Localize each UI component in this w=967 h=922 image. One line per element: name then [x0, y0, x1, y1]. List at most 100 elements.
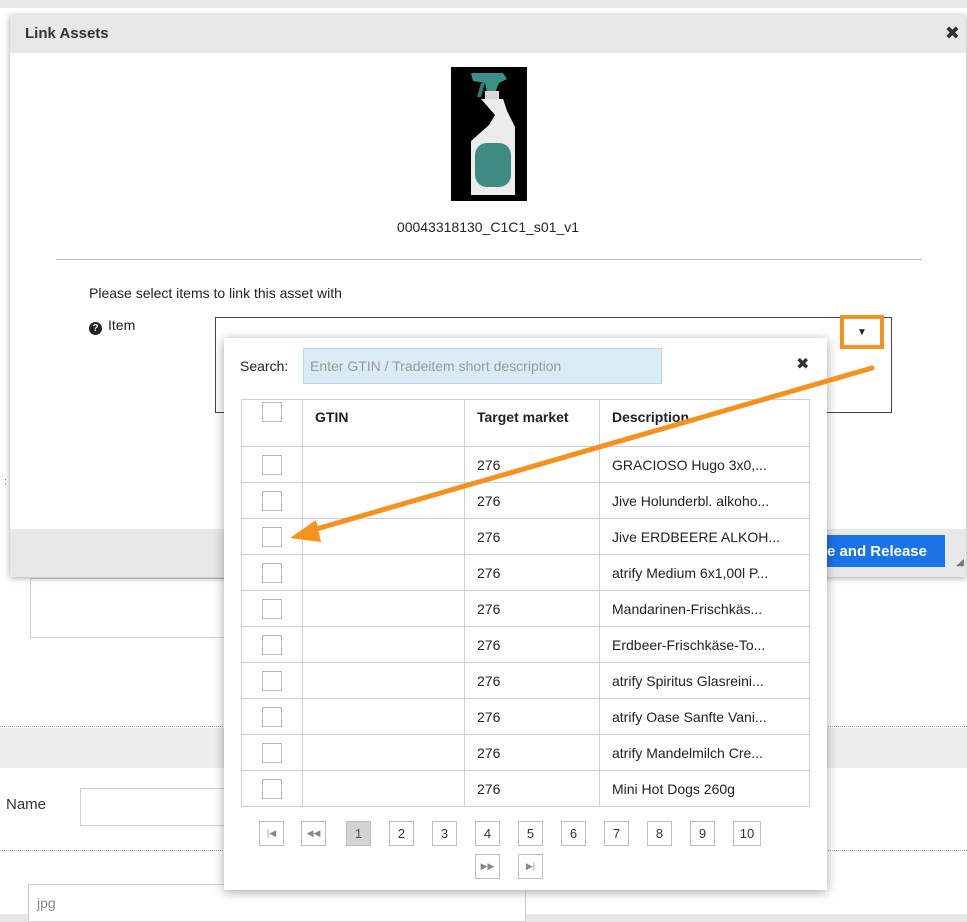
description-text: Jive ERDBEERE ALKOH... — [612, 528, 781, 545]
description-cell: GRACIOSO Hugo 3x0,... — [599, 446, 810, 483]
page-button-9[interactable]: 9 — [690, 821, 715, 846]
description-cell: Erdbeer-Frischkäse-To... — [599, 626, 810, 663]
asset-filename: 00043318130_C1C1_s01_v1 — [396, 219, 580, 235]
description-cell: atrify Oase Sanfte Vani... — [599, 698, 810, 735]
row-checkbox[interactable] — [262, 778, 282, 799]
row-checkbox[interactable] — [262, 634, 282, 655]
item-label-text: Item — [108, 317, 136, 333]
page-button-6[interactable]: 6 — [561, 821, 586, 846]
table-header-row: GTIN Target market Description — [241, 399, 810, 447]
target-market-cell: 276 — [464, 590, 600, 627]
description-cell: Jive ERDBEERE ALKOH... — [599, 518, 810, 555]
first-page-button[interactable]: |◀ — [259, 821, 284, 846]
row-checkbox[interactable] — [262, 454, 282, 475]
gtin-cell — [302, 518, 465, 555]
gtin-cell — [302, 626, 465, 663]
table-row[interactable]: 276 Jive ERDBEERE ALKOH... — [241, 518, 810, 555]
dropdown-toggle-button[interactable]: ▼ — [840, 315, 884, 349]
target-market-cell: 276 — [464, 698, 600, 735]
description-text: Erdbeer-Frischkäse-To... — [612, 636, 766, 653]
page-button-10[interactable]: 10 — [733, 821, 761, 846]
description-text: Mini Hot Dogs 260g — [612, 780, 735, 797]
target-market-cell: 276 — [464, 626, 600, 663]
description-cell: Mini Hot Dogs 260g — [599, 770, 810, 807]
description-cell: Jive Holunderbl. alkoho... — [599, 482, 810, 519]
column-header-target-market[interactable]: Target market — [464, 399, 600, 447]
row-select-cell — [241, 662, 303, 699]
description-text: GRACIOSO Hugo 3x0,... — [612, 456, 767, 473]
page-button-5[interactable]: 5 — [518, 821, 543, 846]
column-header-gtin[interactable]: GTIN — [302, 399, 465, 447]
file-type-value: jpg — [37, 895, 56, 911]
target-market-cell: 276 — [464, 482, 600, 519]
target-market-cell: 276 — [464, 734, 600, 771]
row-select-cell — [241, 554, 303, 591]
table-row[interactable]: 276 GRACIOSO Hugo 3x0,... — [241, 446, 810, 483]
close-icon[interactable]: ✖ — [945, 23, 960, 44]
description-text: Jive Holunderbl. alkoho... — [612, 492, 770, 509]
dialog-title: Link Assets — [25, 25, 109, 42]
row-checkbox[interactable] — [262, 706, 282, 727]
column-header-description[interactable]: Description — [599, 399, 810, 447]
row-checkbox[interactable] — [262, 526, 282, 547]
gtin-cell — [302, 770, 465, 807]
page-button-2[interactable]: 2 — [389, 821, 414, 846]
table-row[interactable]: 276 atrify Spiritus Glasreini... — [241, 662, 810, 699]
table-row[interactable]: 276 atrify Medium 6x1,00l P... — [241, 554, 810, 591]
description-text: atrify Mandelmilch Cre... — [612, 744, 763, 761]
row-checkbox[interactable] — [262, 670, 282, 691]
background-text-box — [30, 578, 232, 638]
gtin-cell — [302, 734, 465, 771]
table-row[interactable]: 276 Erdbeer-Frischkäse-To... — [241, 626, 810, 663]
description-text: Mandarinen-Frischkäs... — [612, 600, 763, 617]
background-edge-mark: : — [4, 476, 8, 488]
gtin-cell — [302, 482, 465, 519]
search-input[interactable] — [303, 348, 662, 384]
background-top-strip — [0, 0, 967, 8]
table-row[interactable]: 276 atrify Mandelmilch Cre... — [241, 734, 810, 771]
item-field-label: ? Item — [89, 317, 135, 335]
row-select-cell — [241, 698, 303, 735]
next-page-button[interactable]: ▶▶ — [475, 854, 500, 879]
asset-thumbnail — [451, 67, 527, 201]
gtin-cell — [302, 446, 465, 483]
row-select-cell — [241, 734, 303, 771]
page-button-7[interactable]: 7 — [604, 821, 629, 846]
description-cell: Mandarinen-Frischkäs... — [599, 590, 810, 627]
page-button-4[interactable]: 4 — [475, 821, 500, 846]
page-button-3[interactable]: 3 — [432, 821, 457, 846]
table-row[interactable]: 276 atrify Oase Sanfte Vani... — [241, 698, 810, 735]
select-all-cell — [241, 399, 303, 447]
background-name-input[interactable] — [80, 788, 228, 826]
description-text: atrify Spiritus Glasreini... — [612, 672, 764, 689]
table-row[interactable]: 276 Jive Holunderbl. alkoho... — [241, 482, 810, 519]
gtin-cell — [302, 662, 465, 699]
dialog-divider — [56, 259, 922, 260]
chevron-down-icon: ▼ — [857, 326, 867, 338]
background-name-label: Name — [6, 796, 47, 813]
row-select-cell — [241, 518, 303, 555]
row-select-cell — [241, 590, 303, 627]
help-icon[interactable]: ? — [89, 322, 102, 335]
row-checkbox[interactable] — [262, 598, 282, 619]
description-cell: atrify Mandelmilch Cre... — [599, 734, 810, 771]
table-row[interactable]: 276 Mandarinen-Frischkäs... — [241, 590, 810, 627]
dialog-header: Link Assets ✖ — [10, 15, 966, 53]
description-cell: atrify Spiritus Glasreini... — [599, 662, 810, 699]
row-select-cell — [241, 446, 303, 483]
row-checkbox[interactable] — [262, 742, 282, 763]
resize-grip-icon[interactable]: ◢ — [956, 557, 964, 568]
target-market-cell: 276 — [464, 554, 600, 591]
table-row[interactable]: 276 Mini Hot Dogs 260g — [241, 770, 810, 807]
page-button-1[interactable]: 1 — [346, 821, 371, 846]
last-page-button[interactable]: ▶| — [518, 854, 543, 879]
page-button-8[interactable]: 8 — [647, 821, 672, 846]
target-market-cell: 276 — [464, 518, 600, 555]
row-checkbox[interactable] — [262, 562, 282, 583]
previous-page-button[interactable]: ◀◀ — [301, 821, 326, 846]
select-all-checkbox[interactable] — [262, 402, 282, 422]
target-market-cell: 276 — [464, 446, 600, 483]
clear-search-icon[interactable]: ✖ — [796, 354, 809, 374]
description-text: atrify Medium 6x1,00l P... — [612, 564, 769, 581]
row-checkbox[interactable] — [262, 490, 282, 511]
